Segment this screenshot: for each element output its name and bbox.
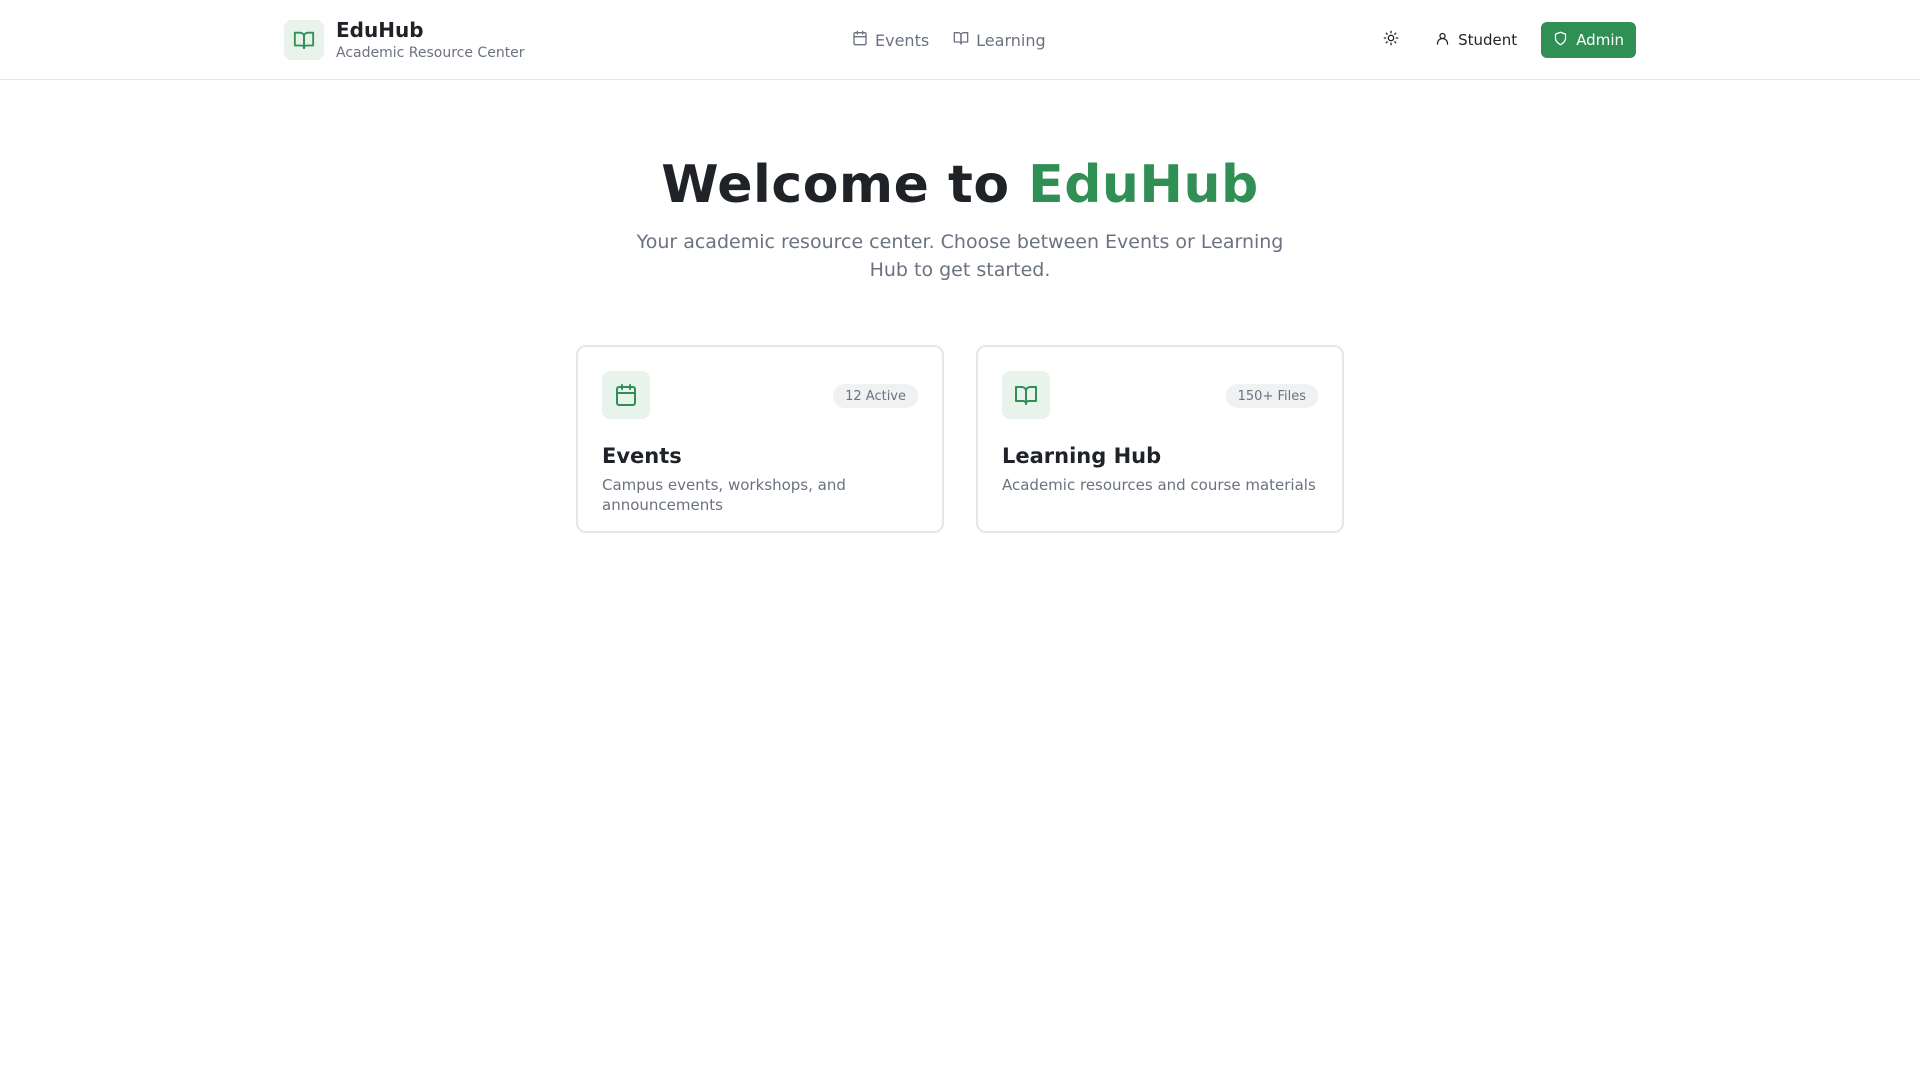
shield-icon <box>1553 31 1568 50</box>
main-nav: Events Learning <box>852 24 1046 56</box>
card-title: Events <box>602 444 682 468</box>
brand[interactable]: EduHub Academic Resource Center <box>284 18 525 62</box>
student-button[interactable]: Student <box>1421 22 1531 58</box>
title-accent: EduHub <box>1028 155 1259 215</box>
brand-name: EduHub <box>336 18 424 42</box>
book-open-icon <box>953 30 969 50</box>
admin-button-label: Admin <box>1576 31 1624 49</box>
status-badge: 12 Active <box>833 384 918 408</box>
user-icon <box>1435 31 1450 50</box>
admin-button[interactable]: Admin <box>1541 22 1636 58</box>
nav-item-learning[interactable]: Learning <box>953 30 1046 50</box>
card-title: Learning Hub <box>1002 444 1162 468</box>
calendar-icon <box>602 371 650 419</box>
section-cards: 12 Active Events Campus events, workshop… <box>576 345 1344 533</box>
card-description: Academic resources and course materials <box>1002 476 1316 494</box>
theme-toggle-button[interactable] <box>1373 22 1409 58</box>
book-open-icon <box>284 20 324 60</box>
status-badge: 150+ Files <box>1225 384 1318 408</box>
brand-subtitle: Academic Resource Center <box>336 45 525 61</box>
card-events[interactable]: 12 Active Events Campus events, workshop… <box>576 345 944 533</box>
page-title: Welcome to EduHub <box>0 150 1920 220</box>
nav-item-label: Events <box>875 30 930 50</box>
top-header: EduHub Academic Resource Center Events L… <box>0 0 1920 80</box>
nav-item-label: Learning <box>976 30 1046 50</box>
header-actions: Student Admin <box>1373 22 1636 58</box>
page-subtitle: Your academic resource center. Choose be… <box>636 231 1284 281</box>
hero-section: Welcome to EduHub Your academic resource… <box>0 150 1920 284</box>
card-description: Campus events, workshops, and announceme… <box>602 476 846 514</box>
nav-item-events[interactable]: Events <box>852 30 929 50</box>
sun-icon <box>1383 30 1399 50</box>
book-open-icon <box>1002 371 1050 419</box>
card-learning-hub[interactable]: 150+ Files Learning Hub Academic resourc… <box>976 345 1344 533</box>
student-button-label: Student <box>1458 31 1518 49</box>
calendar-icon <box>852 30 868 50</box>
title-prefix: Welcome to <box>661 155 1029 215</box>
brand-text: EduHub Academic Resource Center <box>336 18 525 62</box>
